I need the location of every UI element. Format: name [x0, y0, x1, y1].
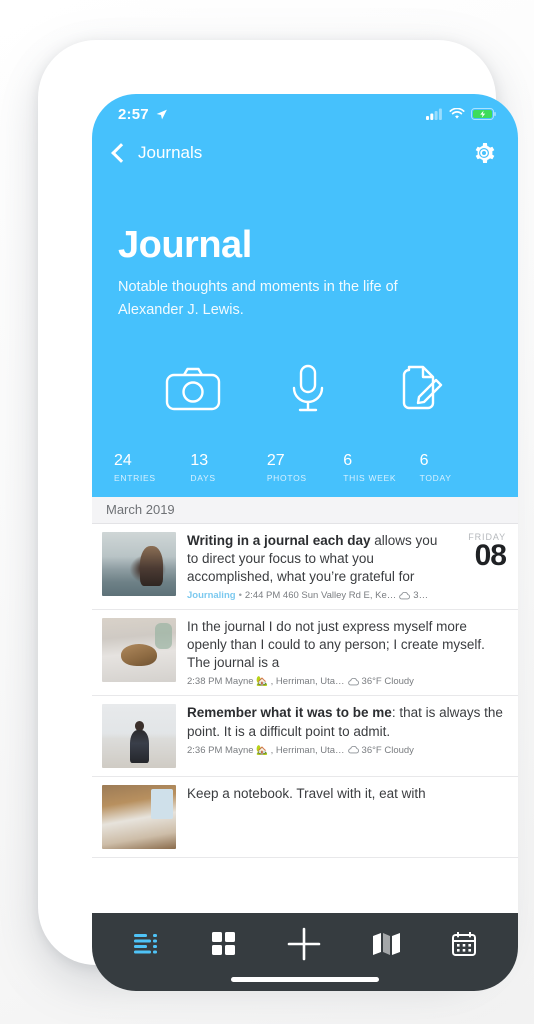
- entry-body: Keep a notebook. Travel with it, eat wit…: [176, 785, 506, 849]
- status-bar-right: [426, 108, 496, 120]
- gear-icon[interactable]: [472, 141, 496, 165]
- calendar-view-tab[interactable]: [452, 931, 477, 956]
- back-button[interactable]: Journals: [111, 142, 203, 163]
- entry-thumbnail: [102, 531, 176, 596]
- list-item[interactable]: Remember what it was to be me: that is a…: [92, 696, 518, 778]
- list-icon: [133, 934, 157, 954]
- quick-actions: [92, 322, 518, 452]
- entry-thumbnail: [102, 785, 176, 850]
- wifi-icon: [449, 108, 465, 119]
- entry-body: Writing in a journal each day allows you…: [176, 532, 440, 601]
- status-bar-time: 2:57: [118, 105, 149, 123]
- stat-photos: 27 PHOTOS: [267, 452, 343, 483]
- meta-separator: •: [238, 590, 242, 602]
- entry-rest: In the journal I do not just express mys…: [187, 619, 485, 671]
- status-bar-left: 2:57: [118, 106, 168, 123]
- location-arrow-icon: [156, 109, 167, 119]
- entry-body: Remember what it was to be me: that is a…: [176, 704, 506, 768]
- entry-meta: 2:38 PM Mayne 🏡 , Herriman, Uta… 36°F Cl…: [187, 676, 506, 687]
- entry-weather: 36°F Cloudy: [361, 744, 414, 756]
- add-entry-tab[interactable]: [287, 927, 321, 961]
- list-item[interactable]: In the journal I do not just express mys…: [92, 610, 518, 697]
- entry-text: Remember what it was to be me: that is a…: [187, 704, 506, 740]
- back-button-label: Journals: [138, 143, 203, 162]
- calendar-icon: [452, 931, 477, 956]
- cloud-icon: [347, 677, 359, 686]
- entry-meta: Journaling • 2:44 PM 460 Sun Valley Rd E…: [187, 590, 440, 601]
- stat-today-value: 6: [419, 452, 429, 470]
- entry-list[interactable]: March 2019 Writing in a journal each day…: [92, 496, 518, 913]
- stat-entries: 24 ENTRIES: [114, 452, 190, 483]
- stat-this-week-value: 6: [343, 452, 353, 470]
- entry-date-badge: FRIDAY 08: [440, 532, 507, 601]
- entry-rest: Keep a notebook. Travel with it, eat wit…: [187, 786, 426, 802]
- entry-text: Keep a notebook. Travel with it, eat wit…: [187, 785, 506, 803]
- entry-weather: 3…: [413, 590, 429, 602]
- stat-days: 13 DAYS: [190, 452, 266, 483]
- stat-today: 6 TODAY: [420, 452, 496, 483]
- stat-photos-label: PHOTOS: [266, 472, 307, 483]
- entry-meta-text: 2:36 PM Mayne 🏡 , Herriman, Uta…: [187, 744, 345, 756]
- list-view-tab[interactable]: [133, 933, 160, 955]
- stat-today-label: TODAY: [419, 472, 452, 483]
- stat-entries-value: 24: [114, 452, 132, 470]
- entry-tag: Journaling: [187, 590, 236, 602]
- entry-lead: Writing in a journal each day: [187, 532, 371, 548]
- stat-this-week-label: THIS WEEK: [343, 472, 397, 483]
- journal-title-block: Journal Notable thoughts and moments in …: [92, 178, 518, 322]
- cloud-icon: [399, 591, 411, 600]
- microphone-icon[interactable]: [286, 364, 330, 414]
- phone-screen: 2:57 Journals Journal Notable thoughts a…: [92, 94, 518, 991]
- list-item[interactable]: Writing in a journal each day allows you…: [92, 523, 518, 611]
- tab-list: [92, 913, 518, 961]
- compose-note-icon[interactable]: [395, 364, 445, 414]
- entry-meta-text: 2:38 PM Mayne 🏡 , Herriman, Uta…: [187, 676, 345, 688]
- status-bar: 2:57: [92, 94, 518, 128]
- grid-icon: [211, 932, 235, 955]
- chevron-left-icon: [111, 142, 131, 163]
- entry-body: In the journal I do not just express mys…: [176, 618, 506, 687]
- section-header: March 2019: [92, 496, 518, 524]
- stat-days-value: 13: [190, 452, 209, 470]
- map-view-tab[interactable]: [373, 933, 401, 955]
- cellular-signal-icon: [426, 108, 442, 120]
- entry-thumbnail: [102, 618, 176, 683]
- stats-row: 24 ENTRIES 13 DAYS 27 PHOTOS 6 THIS WEEK: [92, 452, 518, 497]
- stat-this-week: 6 THIS WEEK: [343, 452, 419, 483]
- entry-text: In the journal I do not just express mys…: [187, 618, 506, 672]
- entry-meta: 2:36 PM Mayne 🏡 , Herriman, Uta… 36°F Cl…: [187, 745, 506, 756]
- cloud-icon: [347, 746, 359, 754]
- stat-entries-label: ENTRIES: [114, 472, 156, 483]
- entry-thumbnail: [102, 704, 176, 769]
- entry-date-num: 08: [474, 538, 507, 572]
- journal-header: 2:57 Journals Journal Notable thoughts a…: [92, 94, 518, 497]
- screenshot-canvas: 2:57 Journals Journal Notable thoughts a…: [0, 0, 534, 1024]
- entry-meta-text: 2:44 PM 460 Sun Valley Rd E, Ke…: [244, 590, 397, 602]
- phone-frame: 2:57 Journals Journal Notable thoughts a…: [38, 40, 518, 991]
- list-item[interactable]: Keep a notebook. Travel with it, eat wit…: [92, 777, 518, 859]
- entry-lead: Remember what it was to be me: [187, 705, 392, 721]
- entry-text: Writing in a journal each day allows you…: [187, 532, 440, 586]
- page-subtitle: Notable thoughts and moments in the life…: [118, 279, 398, 319]
- page-title: Journal: [118, 224, 252, 266]
- stat-days-label: DAYS: [190, 472, 216, 483]
- battery-charging-icon: [471, 108, 496, 120]
- camera-icon[interactable]: [165, 366, 221, 412]
- entry-weather: 36°F Cloudy: [361, 676, 414, 688]
- grid-view-tab[interactable]: [211, 932, 236, 956]
- home-indicator: [231, 977, 379, 982]
- plus-icon: [288, 927, 321, 961]
- bottom-tab-bar: [92, 913, 518, 991]
- map-icon: [373, 933, 401, 955]
- stat-photos-value: 27: [266, 452, 285, 470]
- navigation-bar: Journals: [92, 128, 518, 178]
